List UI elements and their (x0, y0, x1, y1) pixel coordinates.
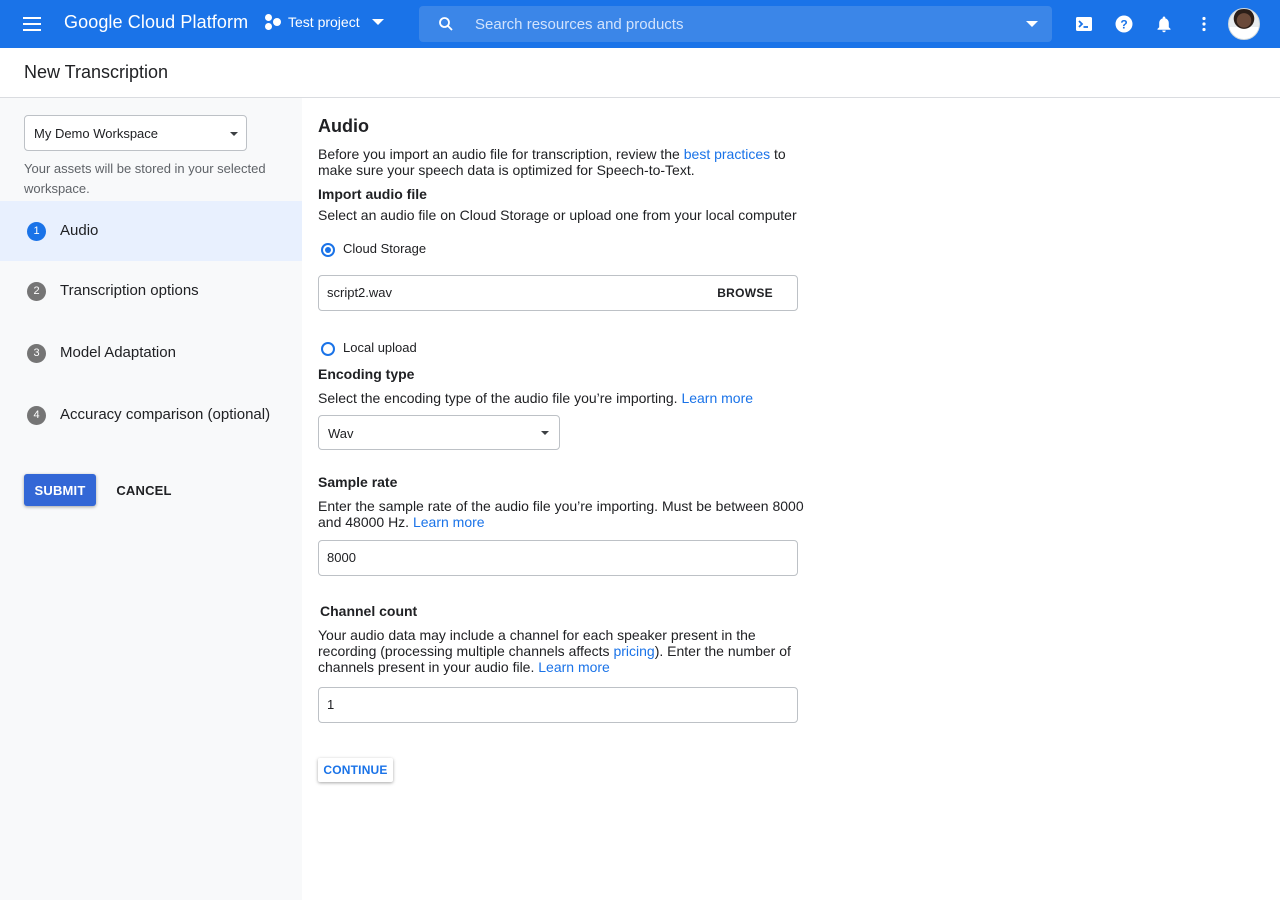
dropdown-arrow-icon (230, 132, 238, 136)
workspace-help-text: Your assets will be stored in your selec… (24, 161, 266, 196)
file-path-input[interactable] (327, 285, 707, 300)
terminal-icon[interactable] (1074, 14, 1094, 34)
dropdown-arrow-icon (541, 431, 549, 435)
encoding-type-select[interactable]: Wav (318, 415, 560, 450)
best-practices-link[interactable]: best practices (684, 146, 770, 162)
step-number-badge: 3 (27, 344, 46, 363)
svg-text:?: ? (1120, 18, 1127, 32)
sample-rate-title: Sample rate (318, 474, 398, 490)
chevron-down-icon (371, 19, 384, 25)
channel-count-desc: Your audio data may include a channel fo… (318, 627, 791, 675)
step-model-adaptation[interactable]: 3 Model Adaptation (0, 323, 302, 383)
step-audio[interactable]: 1 Audio (0, 201, 302, 261)
more-vert-icon[interactable] (1194, 14, 1214, 34)
stepper-sidebar: My Demo Workspace Your assets will be st… (0, 98, 302, 900)
project-dots-icon (264, 13, 284, 31)
radio-cloud-storage[interactable] (321, 243, 335, 257)
search-bar[interactable]: Search resources and products (419, 6, 1052, 42)
section-heading: Audio (318, 116, 369, 136)
radio-cloud-storage-label[interactable]: Cloud Storage (343, 241, 426, 256)
browse-button[interactable]: BROWSE (717, 286, 773, 300)
help-icon[interactable]: ? (1114, 14, 1134, 34)
workspace-value: My Demo Workspace (34, 126, 159, 141)
import-audio-desc: Select an audio file on Cloud Storage or… (318, 207, 797, 223)
encoding-learn-more-link[interactable]: Learn more (681, 390, 753, 406)
workspace-select[interactable]: My Demo Workspace (24, 115, 247, 151)
step-label: Audio (60, 222, 99, 239)
sample-rate-input[interactable] (327, 550, 707, 565)
encoding-type-value: Wav (328, 426, 354, 441)
submit-button[interactable]: SUBMIT (24, 474, 96, 506)
channel-count-input[interactable] (327, 697, 707, 712)
user-avatar[interactable] (1228, 8, 1260, 40)
hamburger-menu-icon[interactable] (20, 14, 44, 34)
radio-local-upload[interactable] (321, 342, 335, 356)
step-label: Accuracy comparison (optional) (60, 406, 271, 423)
channel-learn-more-link[interactable]: Learn more (538, 659, 610, 675)
channel-count-title: Channel count (320, 603, 418, 619)
sample-rate-desc: Enter the sample rate of the audio file … (318, 498, 804, 530)
step-label: Model Adaptation (60, 344, 176, 361)
page-title: New Transcription (24, 62, 169, 82)
gcp-logo[interactable]: Google Cloud Platform (64, 12, 248, 33)
pricing-link[interactable]: pricing (613, 643, 654, 659)
sample-rate-learn-more-link[interactable]: Learn more (413, 514, 485, 530)
step-accuracy-comparison[interactable]: 4 Accuracy comparison (optional) (0, 385, 302, 445)
step-label: Transcription options (60, 282, 199, 299)
search-icon (439, 17, 453, 31)
step-transcription-options[interactable]: 2 Transcription options (0, 261, 302, 321)
cancel-button[interactable]: CANCEL (110, 474, 178, 506)
project-selector[interactable]: Test project (264, 13, 384, 31)
sample-rate-field (318, 540, 798, 576)
page-header: New Transcription (0, 48, 1280, 98)
search-input[interactable]: Search resources and products (475, 16, 683, 33)
bell-icon[interactable] (1154, 14, 1174, 34)
encoding-type-desc: Select the encoding type of the audio fi… (318, 390, 754, 406)
encoding-type-title: Encoding type (318, 366, 415, 382)
project-name: Test project (288, 14, 360, 30)
import-audio-title: Import audio file (318, 186, 427, 202)
step-number-badge: 1 (27, 222, 46, 241)
step-number-badge: 4 (27, 406, 46, 425)
search-dropdown-icon[interactable] (1026, 21, 1038, 27)
cloud-storage-file-field: BROWSE (318, 275, 798, 311)
channel-count-field (318, 687, 798, 723)
intro-text: Before you import an audio file for tran… (318, 146, 786, 178)
continue-button[interactable]: CONTINUE (318, 758, 393, 782)
step-number-badge: 2 (27, 282, 46, 301)
radio-local-upload-label[interactable]: Local upload (343, 340, 417, 355)
top-app-bar: Google Cloud Platform Test project Searc… (0, 0, 1280, 48)
